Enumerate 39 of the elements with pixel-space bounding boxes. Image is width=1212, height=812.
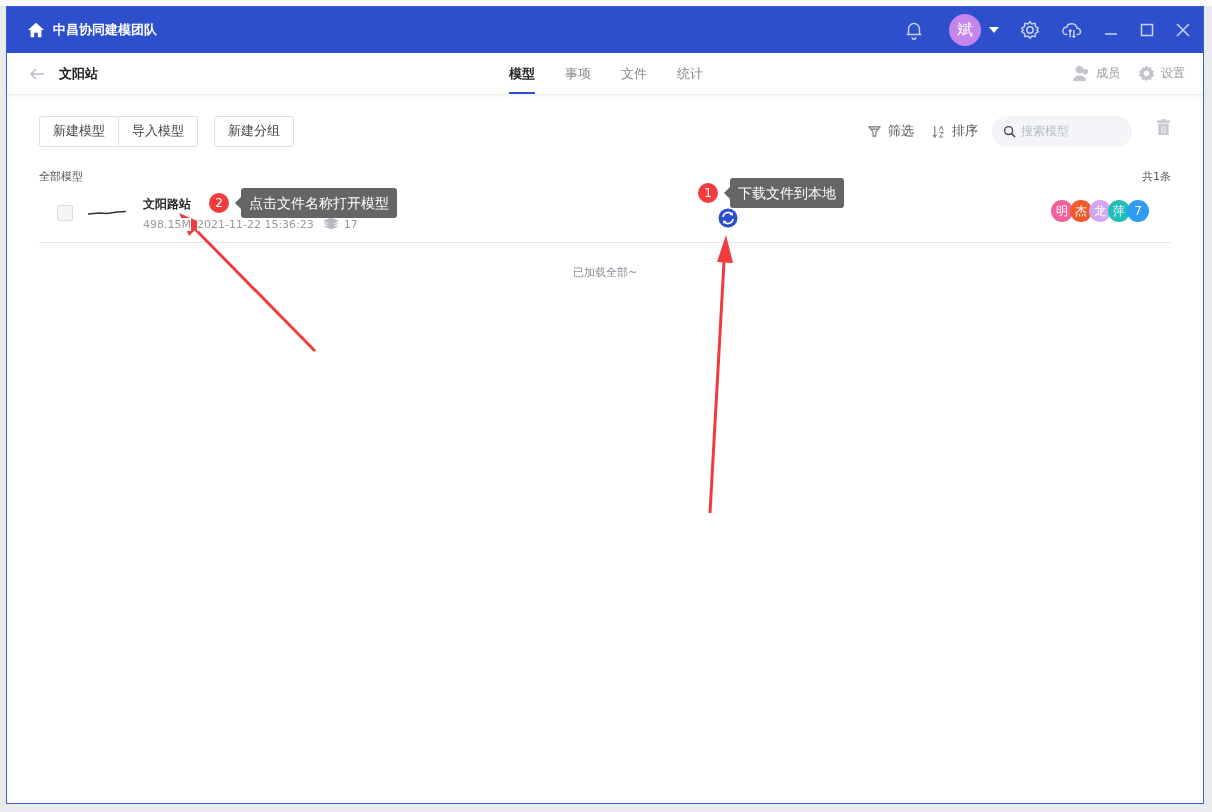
sort-icon[interactable] — [932, 124, 945, 138]
home-icon[interactable] — [27, 21, 45, 39]
toolbar-button[interactable]: 新建分组 — [214, 115, 294, 147]
member-avatar: 萍 — [1108, 200, 1130, 222]
loaded-all-note: 已加载全部~ — [571, 265, 639, 280]
step-number-badge: 1 — [698, 183, 718, 203]
model-thumbnail — [87, 208, 127, 218]
search-icon — [1003, 124, 1016, 138]
maximize-icon[interactable] — [1139, 22, 1155, 38]
project-title: 文阳站 — [59, 64, 98, 83]
callout-pointer-icon — [235, 197, 241, 209]
member-avatar: 杰 — [1070, 200, 1092, 222]
team-title: 中昌协同建模团队 — [53, 21, 157, 39]
toolbar-button[interactable]: 导入模型 — [119, 115, 198, 147]
caret-icon[interactable] — [989, 27, 999, 33]
file-size: 498.15M — [143, 217, 191, 231]
callout-tooltip: 点击文件名称打开模型 — [241, 188, 397, 218]
filter-button[interactable]: 筛选 — [888, 122, 914, 140]
callout-pointer-icon — [724, 187, 730, 199]
group-label: 全部模型 — [39, 169, 83, 184]
close-icon[interactable] — [1175, 22, 1191, 38]
step-number-badge: 2 — [209, 193, 229, 213]
layers-icon — [323, 218, 338, 230]
tab[interactable]: 文件 — [621, 53, 647, 94]
member-avatar: 7 — [1127, 200, 1149, 222]
member-avatar: 明 — [1051, 200, 1073, 222]
tab[interactable]: 模型 — [509, 53, 535, 94]
model-name-link[interactable]: 文阳路站 — [143, 195, 191, 213]
toolbar-button[interactable]: 新建模型 — [39, 115, 119, 147]
tab[interactable]: 事项 — [565, 53, 591, 94]
sync-icon[interactable] — [718, 208, 738, 228]
filter-icon[interactable] — [868, 124, 881, 138]
settings-icon[interactable] — [1019, 19, 1041, 41]
item-count: 共1条 — [1142, 169, 1171, 184]
checkbox[interactable] — [57, 205, 73, 221]
member-avatar: 龙 — [1089, 200, 1111, 222]
callout-tooltip: 下载文件到本地 — [730, 178, 844, 208]
tab[interactable]: 统计 — [677, 53, 703, 94]
sort-button[interactable]: 排序 — [952, 122, 978, 140]
